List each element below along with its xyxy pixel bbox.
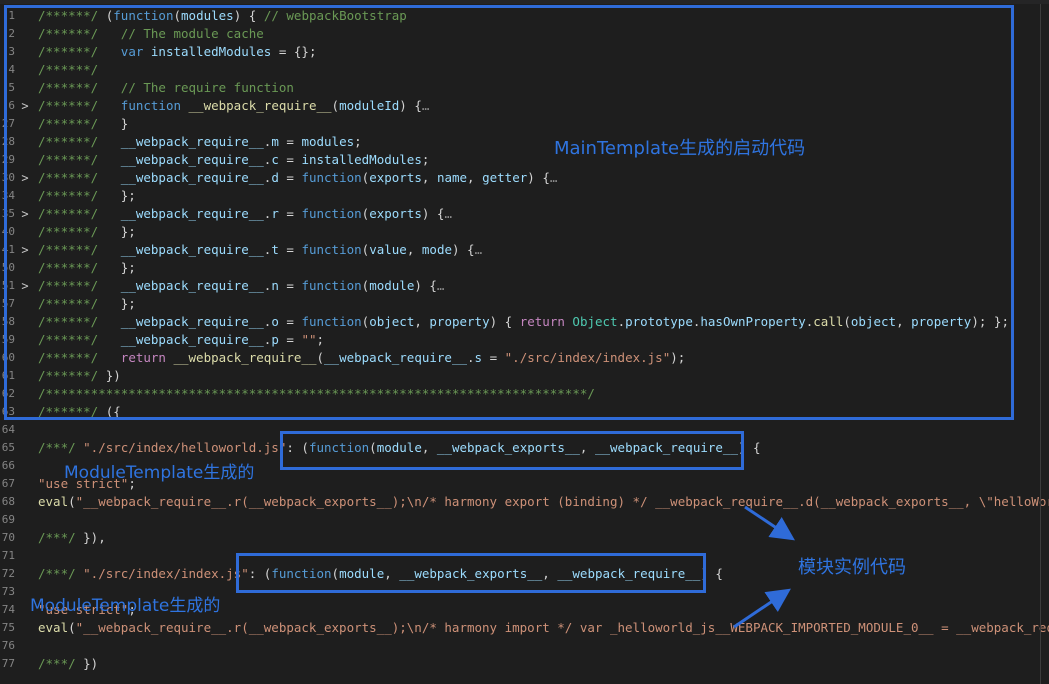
annotation-arrows xyxy=(733,505,795,629)
arrow-to-module-instance-2 xyxy=(733,588,791,629)
arrow-to-module-instance-1 xyxy=(744,505,795,541)
